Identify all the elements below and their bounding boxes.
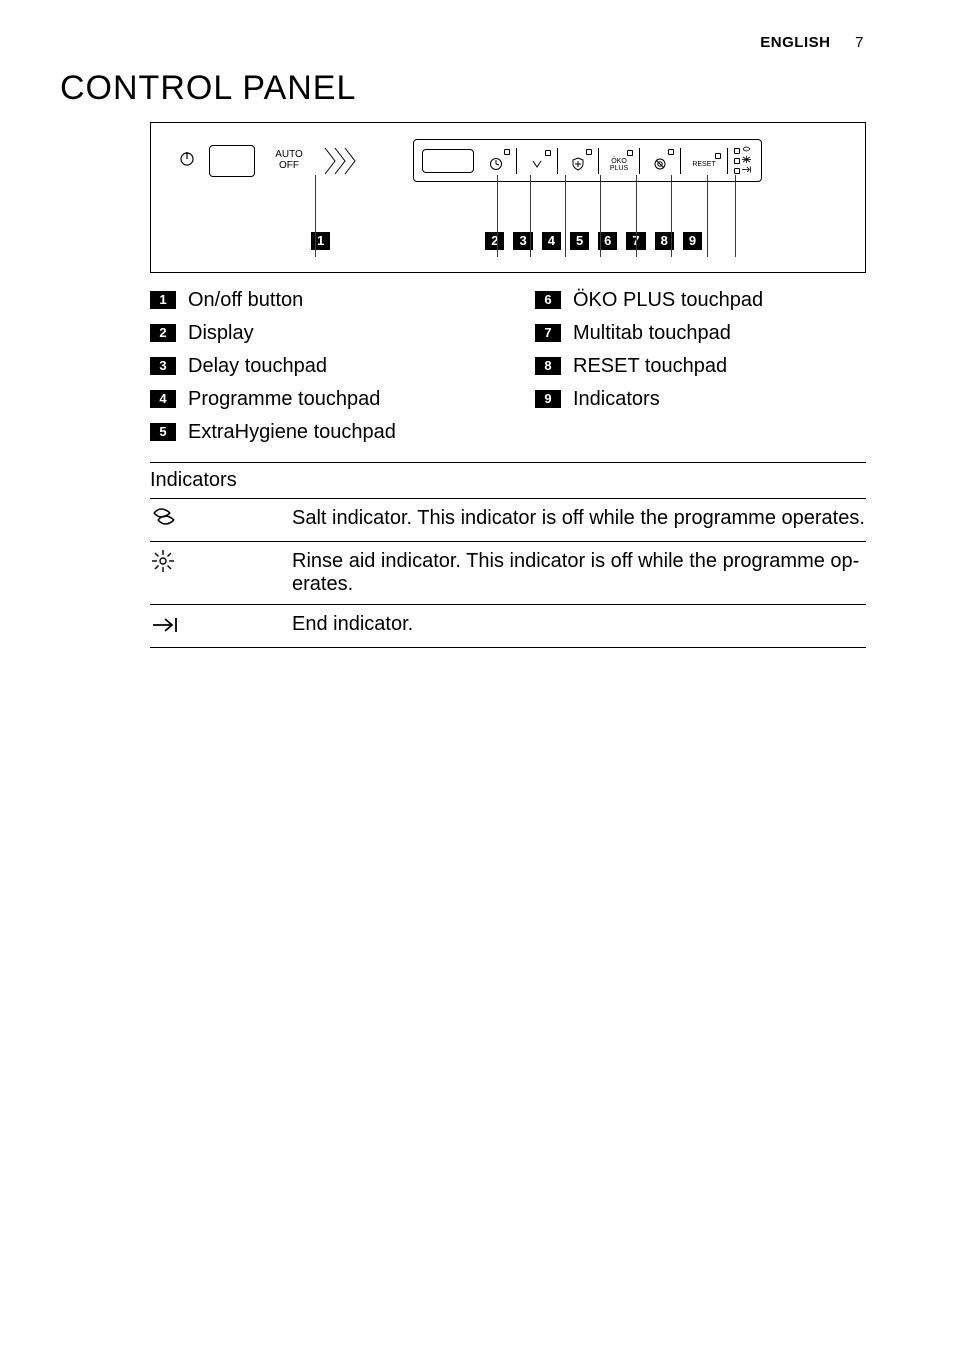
header-page-number: 7 (855, 34, 864, 51)
end-description: End indicator. (292, 613, 866, 639)
callout-6: 6 (598, 232, 617, 250)
rinse-aid-icon (150, 550, 272, 596)
oko-plus-touchpad: ÖKO PLUS (605, 150, 633, 172)
rinse-aid-description: Rinse aid indicator. This indicator is o… (292, 550, 866, 596)
section-title: CONTROL PANEL (60, 69, 894, 108)
callout-row: 1 2 3 4 5 6 7 8 9 (179, 232, 837, 250)
legend-item: Display (188, 322, 254, 345)
oko-plus-label: ÖKO PLUS (610, 158, 628, 172)
programme-touchpad (523, 150, 551, 172)
legend-item: Delay touchpad (188, 355, 327, 378)
tablet-icon (653, 157, 667, 173)
end-icon (150, 613, 272, 639)
indicators-table: Indicators Salt indicator. This indicato… (150, 462, 866, 648)
legend-item: RESET touchpad (573, 355, 727, 378)
salt-mini-icon (742, 146, 751, 155)
legend-item: On/off button (188, 289, 303, 312)
display-outline (422, 149, 474, 173)
clock-icon (489, 157, 503, 173)
chevrons-icon (323, 146, 359, 176)
page-header: ENGLISH 7 (60, 34, 894, 51)
indicator-lights (734, 146, 751, 175)
legend-item: Programme touchpad (188, 388, 380, 411)
power-icon (179, 151, 195, 170)
rinse-mini-icon (742, 156, 751, 165)
legend-item: Indicators (573, 388, 660, 411)
plus-shield-icon (571, 157, 585, 173)
indicators-heading: Indicators (150, 462, 866, 499)
legend-column-right: 6ÖKO PLUS touchpad 7Multitab touchpad 8R… (535, 289, 763, 454)
callout-2: 2 (485, 232, 504, 250)
extrahygiene-touchpad (564, 149, 592, 173)
onoff-button-outline (209, 145, 255, 177)
reset-touchpad: RESET (687, 153, 721, 168)
legend-column-left: 1On/off button 2Display 3Delay touchpad … (150, 289, 495, 454)
callout-1: 1 (311, 232, 330, 250)
salt-icon (150, 507, 272, 533)
delay-touchpad (482, 149, 510, 173)
legend-item: ÖKO PLUS touchpad (573, 289, 763, 312)
reset-label: RESET (692, 161, 715, 168)
salt-description: Salt indicator. This indicator is off wh… (292, 507, 866, 533)
end-mini-icon (742, 166, 751, 175)
callout-4: 4 (542, 232, 561, 250)
control-panel-diagram: AUTO OFF (150, 122, 866, 273)
callout-5: 5 (570, 232, 589, 250)
multitab-touchpad (646, 149, 674, 173)
auto-off-label: AUTO OFF (269, 150, 309, 171)
legend-item: Multitab touchpad (573, 322, 731, 345)
legend-item: ExtraHygiene touchpad (188, 421, 396, 444)
callout-9: 9 (683, 232, 702, 250)
header-language: ENGLISH (760, 34, 830, 51)
chevron-down-icon (531, 158, 543, 172)
touchpad-cluster: ÖKO PLUS RESET (413, 139, 762, 182)
